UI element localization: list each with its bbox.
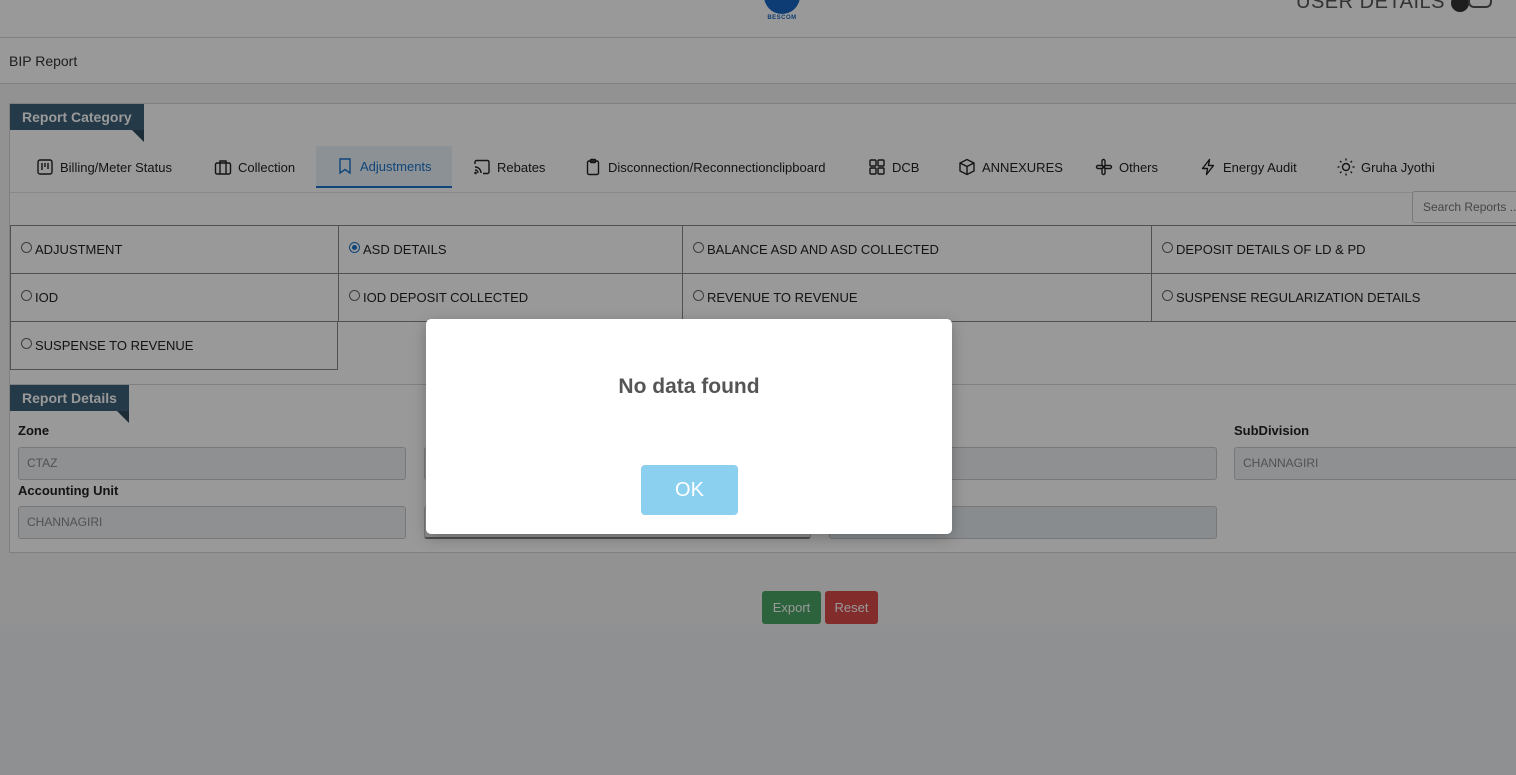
dialog-message: No data found bbox=[618, 375, 760, 398]
ok-button[interactable]: OK bbox=[641, 465, 738, 515]
no-data-dialog: No data found OK bbox=[426, 319, 952, 534]
